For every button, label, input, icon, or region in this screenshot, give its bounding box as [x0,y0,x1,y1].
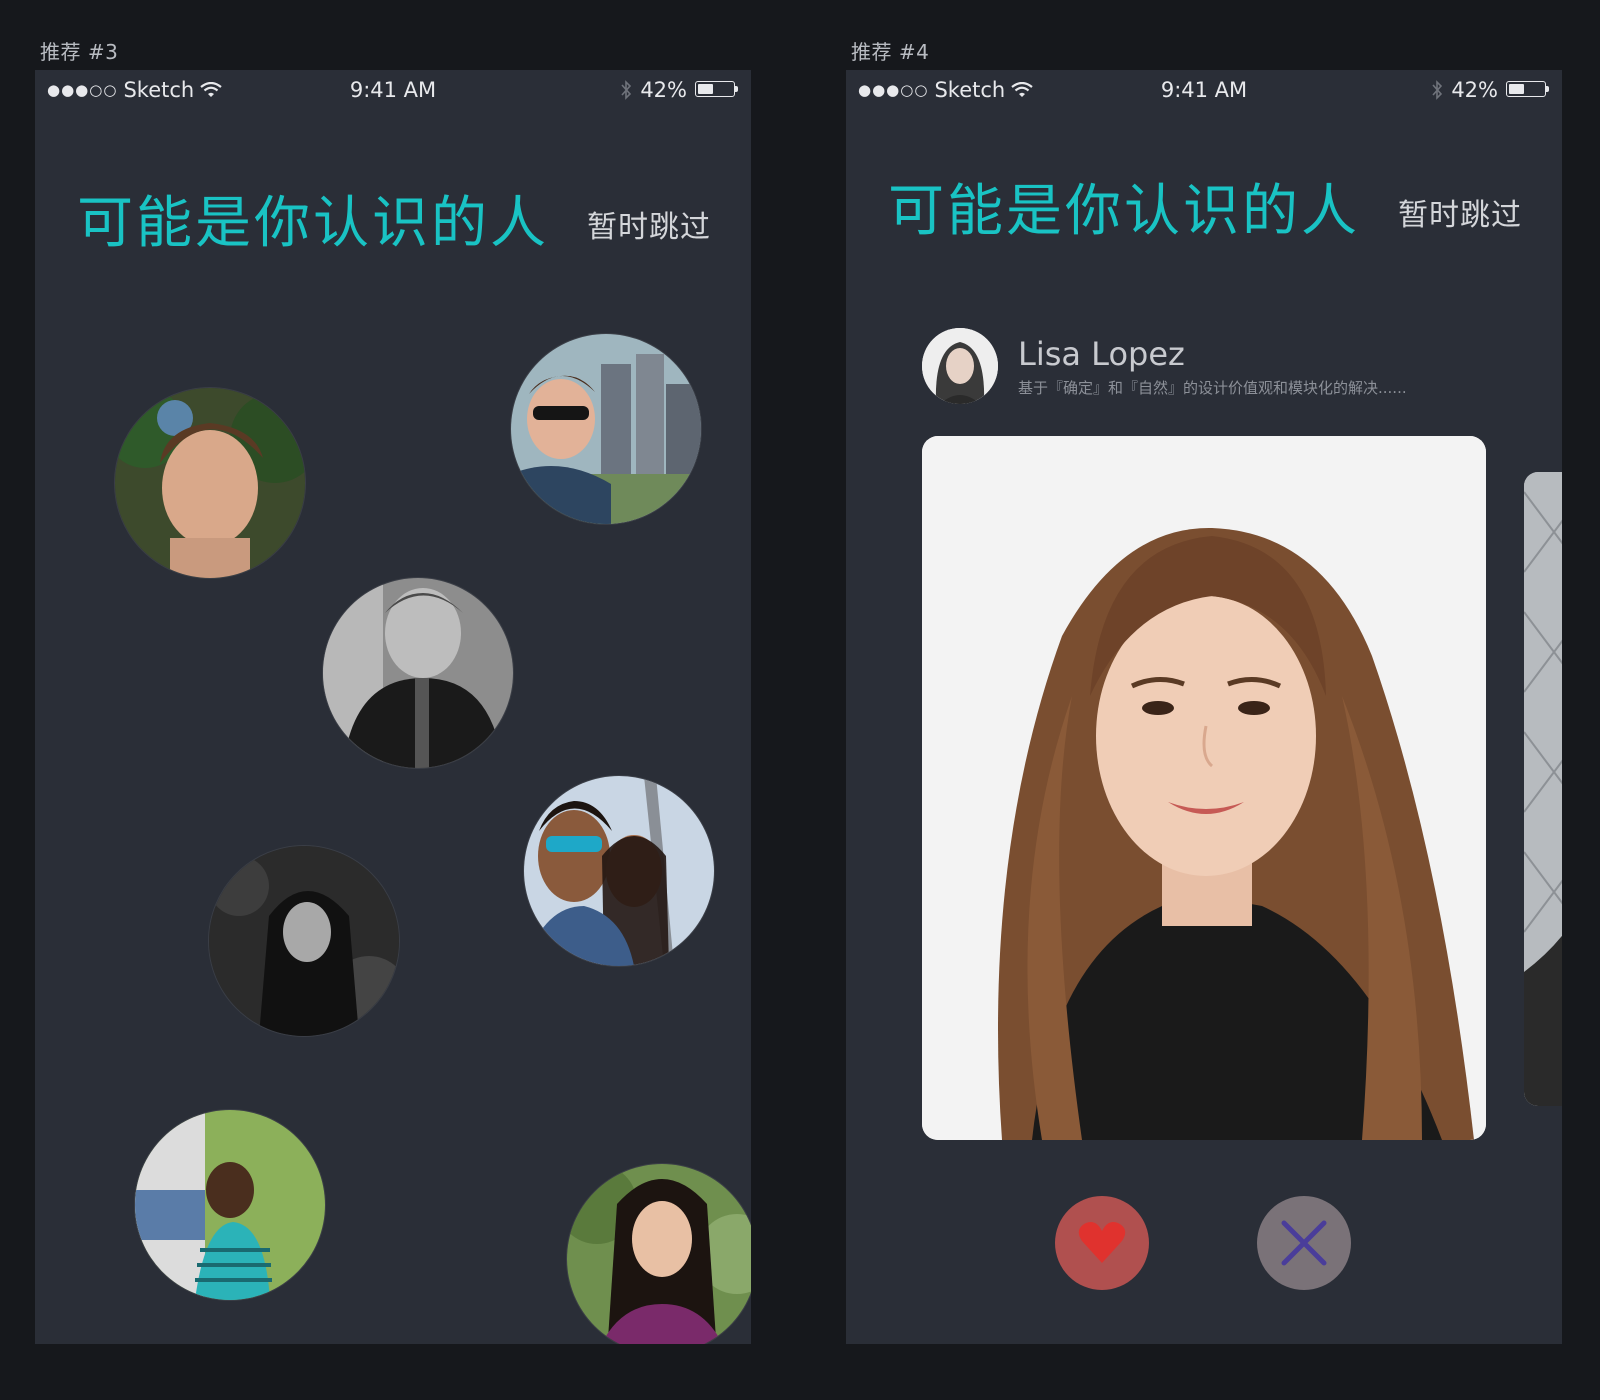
profile-bio: 基于『确定』和『自然』的设计价值观和模块化的解决...... [1018,378,1407,397]
profile-header[interactable]: Lisa Lopez 基于『确定』和『自然』的设计价值观和模块化的解决.....… [922,328,1407,404]
artboard-label-4: 推荐 #4 [851,40,930,64]
bluetooth-icon [1432,80,1443,100]
profile-photo-card[interactable] [922,436,1486,1140]
battery-percent: 42% [640,78,687,102]
person-bubble-3[interactable] [323,578,513,768]
heart-icon [1078,1222,1126,1263]
close-icon [1281,1220,1327,1266]
person-photo [511,334,701,524]
person-photo [524,776,714,966]
person-bubble-6[interactable] [135,1110,325,1300]
phone-screen-recommend-4: ●●●○○ Sketch 9:41 AM 42% 可能是你认识的人 暂时跳过 L… [846,70,1562,1344]
avatar [922,328,998,404]
battery-percent: 42% [1451,78,1498,102]
next-card-preview[interactable] [1524,472,1562,1106]
status-bar: ●●●○○ Sketch 9:41 AM 42% [35,70,751,110]
battery-icon [1506,81,1550,99]
person-photo [115,388,305,578]
person-bubble-5[interactable] [209,846,399,1036]
artboard-label-3: 推荐 #3 [40,40,119,64]
like-button[interactable] [1055,1196,1149,1290]
person-bubble-4[interactable] [524,776,714,966]
profile-photo [922,436,1486,1140]
next-card-photo [1524,472,1562,1106]
dismiss-button[interactable] [1257,1196,1351,1290]
phone-screen-recommend-3: ●●●○○ Sketch 9:41 AM 42% 可能是你认识的人 暂时跳过 [35,70,751,1344]
person-bubble-2[interactable] [511,334,701,524]
person-photo [323,578,513,768]
status-bar: ●●●○○ Sketch 9:41 AM 42% [846,70,1562,110]
page-title: 可能是你认识的人 [888,179,1360,244]
person-photo [135,1110,325,1300]
battery-icon [695,81,739,99]
page-title: 可能是你认识的人 [77,191,549,256]
person-bubble-1[interactable] [115,388,305,578]
bluetooth-icon [621,80,632,100]
person-bubble-7[interactable] [567,1164,751,1344]
profile-name: Lisa Lopez [1018,334,1185,373]
person-photo [567,1164,751,1344]
person-photo [209,846,399,1036]
skip-button[interactable]: 暂时跳过 [1398,190,1522,234]
skip-button[interactable]: 暂时跳过 [587,202,711,246]
